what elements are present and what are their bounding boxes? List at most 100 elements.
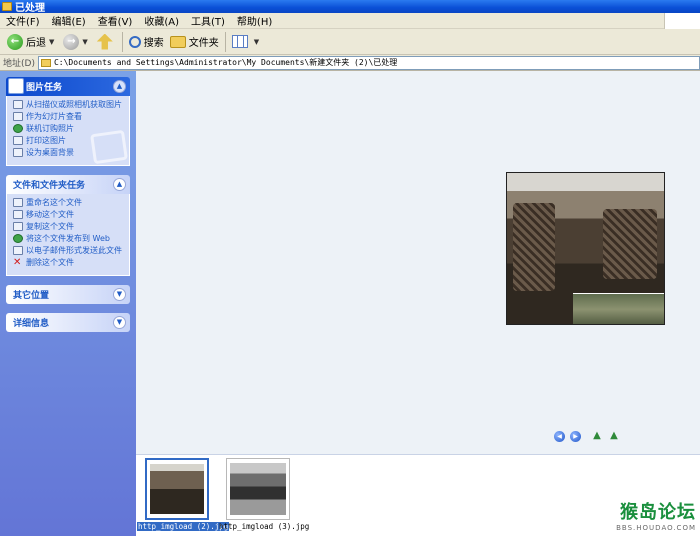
desktop-icon xyxy=(13,148,23,157)
picture-tasks-header[interactable]: 图片任务 ▲ xyxy=(6,77,130,96)
picture-tasks-panel: 图片任务 ▲ 从扫描仪或照相机获取图片 作为幻灯片查看 联机订购照片 打印这图片… xyxy=(6,77,130,166)
expand-icon[interactable]: ▼ xyxy=(113,316,126,329)
thumbnail-image xyxy=(230,463,286,515)
delete-icon: ✕ xyxy=(13,257,22,268)
address-label: 地址(D) xyxy=(3,59,35,69)
site-watermark: 猴岛论坛 BBS.HOUDAO.COM xyxy=(616,498,696,532)
back-label: 后退 xyxy=(26,38,46,49)
task-label: 从扫描仪或照相机获取图片 xyxy=(26,100,122,109)
expand-icon[interactable]: ▼ xyxy=(113,288,126,301)
preview-controls: ◀ ▶ ▲ ▲ xyxy=(554,431,625,442)
copy-icon xyxy=(13,222,23,231)
toolbar-divider xyxy=(224,31,226,52)
folder-up-icon xyxy=(96,33,113,50)
previous-image-icon[interactable]: ◀ xyxy=(554,431,565,442)
details-panel: 详细信息 ▼ xyxy=(6,313,130,332)
rotate-clockwise-icon[interactable]: ▲ xyxy=(591,431,603,442)
windows-logo xyxy=(664,13,700,29)
watermark-brand: 猴岛论坛 xyxy=(620,502,696,523)
task-label: 重命名这个文件 xyxy=(26,198,82,207)
chevron-down-icon: ▼ xyxy=(253,37,260,46)
task-label: 移动这个文件 xyxy=(26,210,74,219)
thumbnail-caption[interactable]: http_imgload (3).jpg xyxy=(218,522,310,531)
menu-view[interactable]: 查看(V) xyxy=(92,13,139,28)
task-label: 设为桌面背景 xyxy=(26,148,74,157)
pictures-icon xyxy=(8,78,24,94)
collapse-icon[interactable]: ▲ xyxy=(113,178,126,191)
chevron-down-icon[interactable]: ▼ xyxy=(82,38,87,46)
scanner-icon xyxy=(13,100,23,109)
back-button[interactable]: ← 后退 ▼ xyxy=(4,31,60,53)
task-label: 复制这个文件 xyxy=(26,222,74,231)
details-title: 详细信息 xyxy=(13,319,50,329)
forward-button[interactable]: → ▼ xyxy=(60,31,93,53)
rotate-counterclockwise-icon[interactable]: ▲ xyxy=(608,431,620,442)
file-tasks-header[interactable]: 文件和文件夹任务 ▲ xyxy=(6,175,130,194)
search-button[interactable]: 搜索 xyxy=(126,31,167,53)
task-label: 打印这图片 xyxy=(26,136,66,145)
printer-icon xyxy=(13,136,23,145)
window-title: 已处理 xyxy=(15,3,45,14)
task-publish-web[interactable]: 将这个文件发布到 Web xyxy=(13,234,123,243)
task-copy[interactable]: 复制这个文件 xyxy=(13,222,123,231)
chevron-down-icon[interactable]: ▼ xyxy=(49,38,54,46)
up-button[interactable] xyxy=(94,31,119,53)
camera-watermark-icon xyxy=(90,129,128,165)
title-bar[interactable]: 已处理 xyxy=(0,0,700,14)
preview-image[interactable] xyxy=(506,172,665,325)
globe-icon xyxy=(13,124,23,133)
thumbnail[interactable] xyxy=(145,458,209,520)
task-label: 删除这个文件 xyxy=(26,258,74,267)
task-label: 作为幻灯片查看 xyxy=(26,112,82,121)
folder-icon xyxy=(2,2,12,11)
globe-icon xyxy=(13,234,23,243)
next-image-icon[interactable]: ▶ xyxy=(570,431,581,442)
folder-icon xyxy=(169,35,186,48)
task-slideshow[interactable]: 作为幻灯片查看 xyxy=(13,112,123,121)
thumbnail-caption[interactable]: http_imgload (2).jpg xyxy=(137,522,230,531)
menu-edit[interactable]: 编辑(E) xyxy=(46,13,92,28)
photo-detail xyxy=(603,209,657,279)
rename-icon xyxy=(13,198,23,207)
menu-favorites[interactable]: 收藏(A) xyxy=(138,13,185,28)
email-icon xyxy=(13,246,23,255)
filmstrip: http_imgload (2).jpg http_imgload (3).jp… xyxy=(136,454,700,536)
thumbnail-image xyxy=(150,464,204,514)
photo-inset xyxy=(573,293,664,324)
menu-bar: 文件(F) 编辑(E) 查看(V) 收藏(A) 工具(T) 帮助(H) xyxy=(0,13,700,29)
task-delete[interactable]: ✕ 删除这个文件 xyxy=(13,257,123,268)
task-label: 以电子邮件形式发送此文件 xyxy=(26,246,122,255)
slideshow-icon xyxy=(13,112,23,121)
search-icon xyxy=(128,35,141,48)
views-button[interactable]: ▼ xyxy=(229,31,265,53)
menu-help[interactable]: 帮助(H) xyxy=(231,13,278,28)
folders-label: 文件夹 xyxy=(188,38,219,49)
task-get-from-scanner[interactable]: 从扫描仪或照相机获取图片 xyxy=(13,100,123,109)
task-pane: 图片任务 ▲ 从扫描仪或照相机获取图片 作为幻灯片查看 联机订购照片 打印这图片… xyxy=(0,71,136,536)
folders-button[interactable]: 文件夹 xyxy=(167,31,222,53)
task-email[interactable]: 以电子邮件形式发送此文件 xyxy=(13,246,123,255)
task-move[interactable]: 移动这个文件 xyxy=(13,210,123,219)
menu-tools[interactable]: 工具(T) xyxy=(185,13,231,28)
forward-arrow-icon: → xyxy=(63,33,80,50)
menu-file[interactable]: 文件(F) xyxy=(0,13,46,28)
address-bar: 地址(D) C:\Documents and Settings\Administ… xyxy=(0,55,700,71)
search-label: 搜索 xyxy=(143,38,164,49)
file-tasks-body: 重命名这个文件 移动这个文件 复制这个文件 将这个文件发布到 Web 以电子邮件… xyxy=(6,194,130,276)
file-tasks-panel: 文件和文件夹任务 ▲ 重命名这个文件 移动这个文件 复制这个文件 将这个文件发布… xyxy=(6,175,130,276)
file-tasks-title: 文件和文件夹任务 xyxy=(13,181,86,191)
watermark-url: BBS.HOUDAO.COM xyxy=(616,524,696,532)
image-preview-area: ◀ ▶ ▲ ▲ xyxy=(136,71,700,454)
views-icon xyxy=(231,35,248,48)
address-path: C:\Documents and Settings\Administrator\… xyxy=(53,58,398,67)
other-places-header[interactable]: 其它位置 ▼ xyxy=(6,285,130,304)
address-input[interactable]: C:\Documents and Settings\Administrator\… xyxy=(37,55,700,70)
collapse-icon[interactable]: ▲ xyxy=(113,80,126,93)
task-rename[interactable]: 重命名这个文件 xyxy=(13,198,123,207)
details-header[interactable]: 详细信息 ▼ xyxy=(6,313,130,332)
task-label: 联机订购照片 xyxy=(26,124,74,133)
back-arrow-icon: ← xyxy=(7,33,23,50)
toolbar: ← 后退 ▼ → ▼ 搜索 文件夹 ▼ xyxy=(0,29,700,55)
thumbnail[interactable] xyxy=(226,458,290,520)
toolbar-divider xyxy=(121,31,123,52)
